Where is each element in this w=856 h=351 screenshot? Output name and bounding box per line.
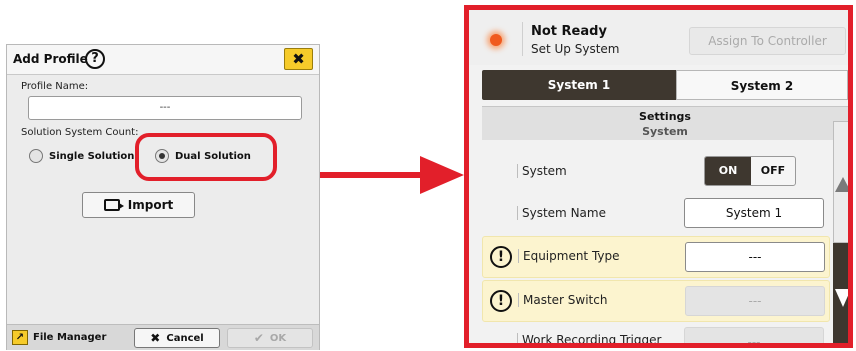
close-icon: ✖ bbox=[292, 50, 305, 68]
profile-name-label: Profile Name: bbox=[21, 81, 89, 92]
file-manager-label[interactable]: File Manager bbox=[33, 332, 106, 343]
toggle-off-option[interactable]: OFF bbox=[751, 157, 795, 185]
system-name-field[interactable]: System 1 bbox=[684, 198, 824, 228]
cancel-x-icon: ✖ bbox=[150, 331, 161, 345]
file-manager-icon[interactable]: ↗ bbox=[12, 330, 28, 345]
dialog-footer: ↗ File Manager ✖ Cancel ✔ OK bbox=[7, 324, 319, 350]
scroll-down-button[interactable] bbox=[833, 243, 848, 343]
cancel-button[interactable]: ✖ Cancel bbox=[134, 328, 220, 348]
ok-label: OK bbox=[269, 332, 287, 344]
setting-row-master-switch: ! Master Switch --- bbox=[482, 280, 830, 322]
setting-label: System Name bbox=[517, 206, 606, 220]
dual-solution-highlight bbox=[135, 133, 277, 181]
tab-system-1[interactable]: System 1 bbox=[482, 70, 676, 100]
assign-to-controller-button[interactable]: Assign To Controller bbox=[689, 27, 846, 55]
status-bar: Not Ready Set Up System Assign To Contro… bbox=[469, 10, 848, 65]
system-setup-panel: Not Ready Set Up System Assign To Contro… bbox=[464, 5, 853, 348]
settings-header: Settings System bbox=[482, 106, 848, 140]
import-button[interactable]: Import bbox=[82, 192, 195, 218]
ok-button[interactable]: ✔ OK bbox=[227, 328, 313, 348]
tab-system-2[interactable]: System 2 bbox=[676, 70, 848, 100]
radio-unchecked-icon bbox=[29, 149, 43, 163]
transition-arrow-icon bbox=[320, 156, 464, 194]
toggle-on-option[interactable]: ON bbox=[705, 157, 751, 185]
setting-label: Equipment Type bbox=[518, 249, 620, 263]
status-divider bbox=[522, 22, 523, 56]
settings-title: Settings bbox=[639, 110, 691, 123]
dialog-title: Add Profile bbox=[13, 52, 88, 66]
setting-row-work-recording-trigger: Work Recording Trigger --- bbox=[482, 327, 830, 343]
settings-subtitle: System bbox=[642, 125, 688, 138]
scroll-up-button[interactable] bbox=[833, 121, 848, 243]
work-recording-trigger-field: --- bbox=[684, 327, 824, 343]
setting-row-system-name: System Name System 1 bbox=[482, 197, 830, 231]
import-label: Import bbox=[127, 198, 174, 212]
setting-row-equipment-type: ! Equipment Type --- bbox=[482, 236, 830, 278]
triangle-up-icon bbox=[835, 177, 848, 192]
setting-label: System bbox=[517, 164, 567, 178]
solution-count-label: Solution System Count: bbox=[21, 127, 139, 138]
equipment-type-field[interactable]: --- bbox=[685, 242, 825, 272]
import-icon bbox=[103, 199, 124, 211]
status-led-icon bbox=[490, 34, 502, 46]
checkmark-icon: ✔ bbox=[253, 331, 264, 345]
dialog-header: Add Profile ? ✖ bbox=[7, 45, 319, 75]
help-icon[interactable]: ? bbox=[85, 49, 105, 69]
add-profile-dialog: Add Profile ? ✖ Profile Name: --- Soluti… bbox=[6, 44, 320, 350]
single-solution-label: Single Solution bbox=[49, 150, 135, 162]
triangle-down-icon bbox=[835, 289, 848, 307]
master-switch-field: --- bbox=[685, 286, 825, 316]
warning-icon: ! bbox=[490, 290, 512, 312]
close-button[interactable]: ✖ bbox=[284, 48, 313, 70]
setting-label: Master Switch bbox=[518, 293, 607, 307]
status-title: Not Ready bbox=[531, 24, 607, 39]
warning-icon: ! bbox=[490, 246, 512, 268]
setting-label: Work Recording Trigger bbox=[517, 333, 661, 343]
single-solution-radio[interactable]: Single Solution bbox=[29, 149, 134, 163]
status-subtitle: Set Up System bbox=[531, 42, 620, 56]
cancel-label: Cancel bbox=[166, 332, 204, 344]
system-on-off-toggle[interactable]: ON OFF bbox=[704, 156, 796, 186]
profile-name-input[interactable]: --- bbox=[28, 96, 302, 120]
